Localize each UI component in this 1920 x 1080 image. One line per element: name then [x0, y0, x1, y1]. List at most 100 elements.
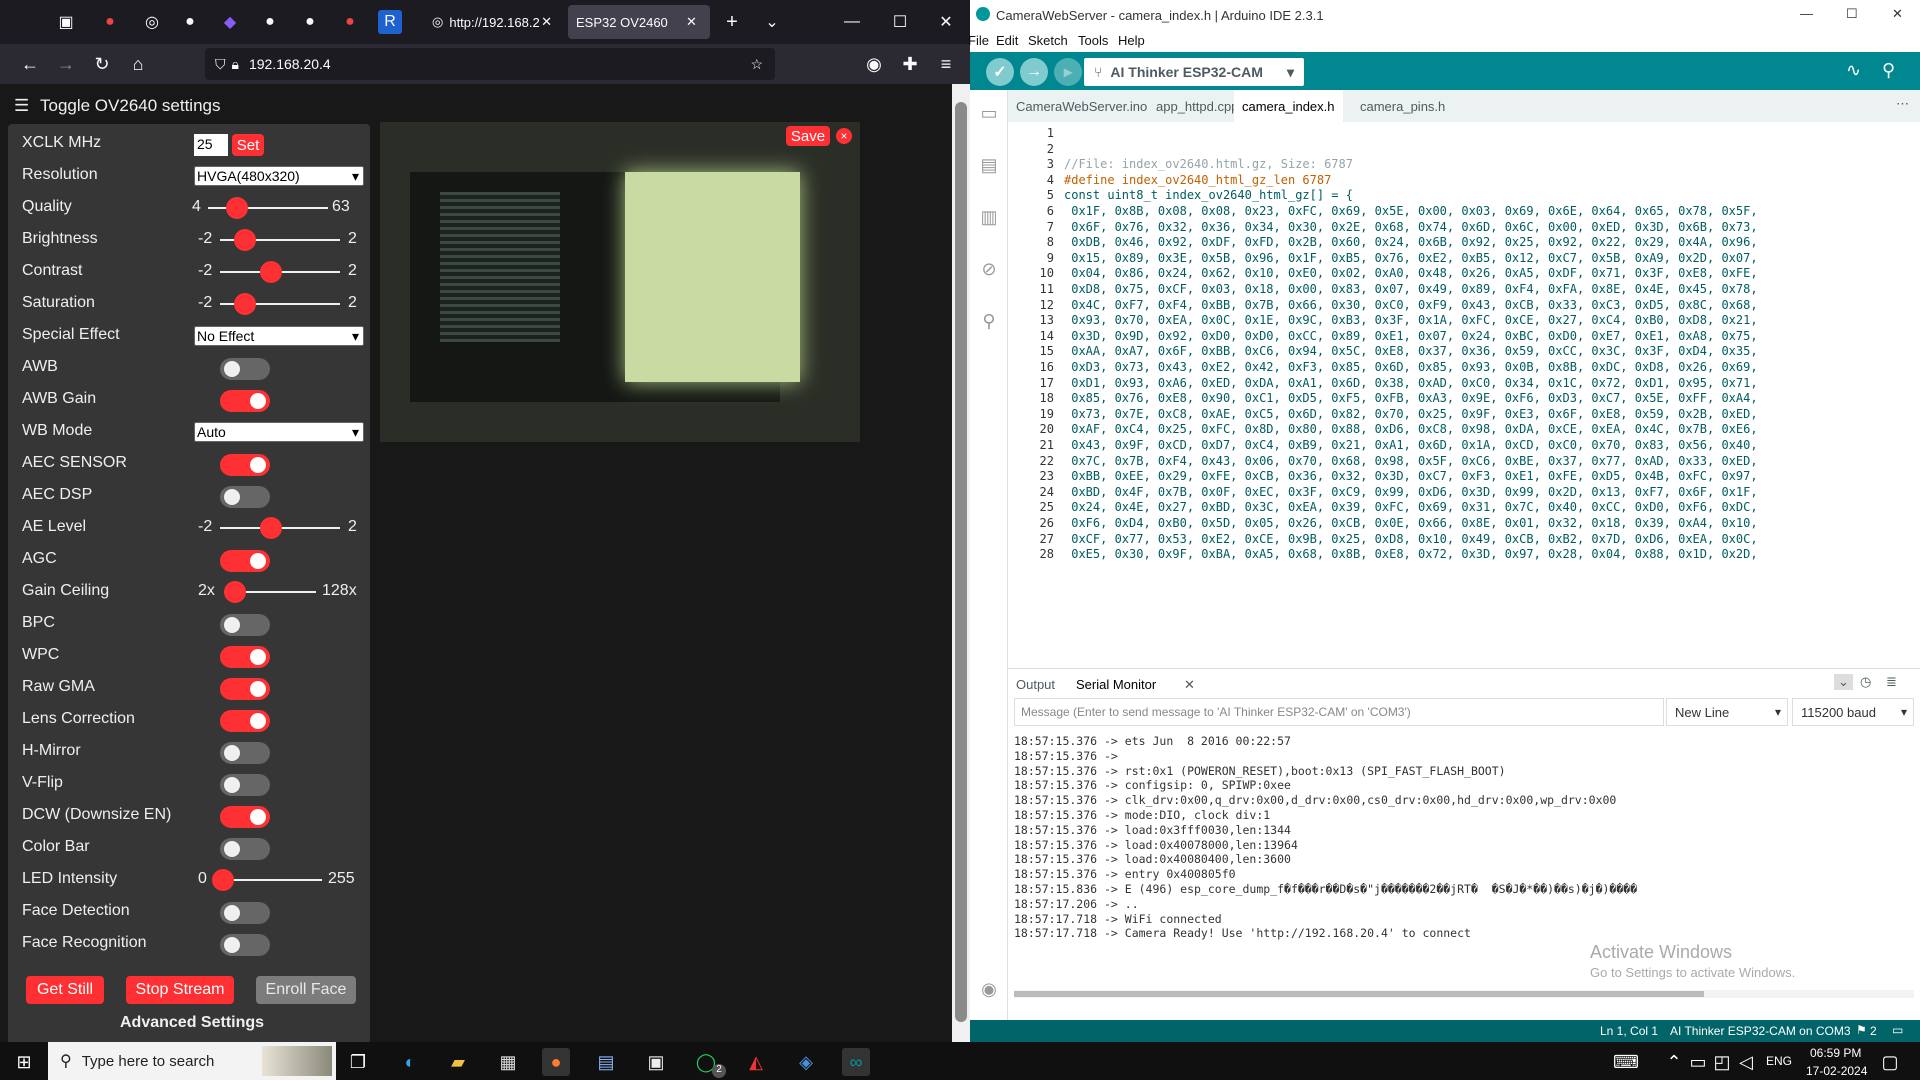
sketchbook-icon[interactable]: ▭ — [978, 102, 1000, 124]
resolution-select[interactable]: HVGA(480x320) — [194, 166, 364, 186]
dcw-toggle[interactable] — [220, 806, 270, 828]
special-effect-select[interactable]: No Effect — [194, 326, 364, 346]
enroll-face-button[interactable]: Enroll Face — [256, 976, 356, 1004]
serial-horizontal-scrollbar[interactable] — [1014, 990, 1914, 998]
bookmark-star-icon[interactable]: ☆ — [750, 56, 763, 73]
home-icon[interactable]: ⌂ — [124, 50, 152, 78]
scrollbar-thumb[interactable] — [1014, 991, 1704, 997]
board-selector[interactable]: ⑂ AI Thinker ESP32-CAM ▾ — [1084, 58, 1304, 86]
verify-icon[interactable]: ✓ — [986, 58, 1014, 86]
pinned-tab-github-icon[interactable]: ● — [178, 10, 202, 34]
face-detection-toggle[interactable] — [220, 902, 270, 924]
reload-icon[interactable]: ↻ — [88, 50, 116, 78]
serial-message-input[interactable]: Message (Enter to send message to 'AI Th… — [1014, 698, 1664, 726]
contrast-slider[interactable]: -2 2 — [198, 256, 362, 288]
agc-toggle[interactable] — [220, 550, 270, 572]
app-menu-icon[interactable]: ≡ — [932, 50, 960, 78]
menu-sketch[interactable]: Sketch — [1028, 33, 1068, 48]
face-recognition-toggle[interactable] — [220, 934, 270, 956]
task-view-icon[interactable]: ❐ — [344, 1048, 372, 1076]
menu-tools[interactable]: Tools — [1078, 33, 1108, 48]
advanced-settings-heading[interactable]: Advanced Settings — [120, 1014, 264, 1032]
toggle-timestamp-icon[interactable]: ◷ — [1860, 674, 1871, 690]
line-ending-select[interactable]: New Line — [1666, 698, 1788, 726]
wpc-toggle[interactable] — [220, 646, 270, 668]
list-tabs-icon[interactable]: ⌄ — [760, 10, 784, 34]
xclk-set-button[interactable]: Set — [232, 134, 264, 156]
slider-knob[interactable] — [234, 293, 256, 315]
volume-icon[interactable]: ◁ — [1732, 1048, 1760, 1076]
serial-monitor-icon[interactable]: ⚲ — [1882, 60, 1895, 81]
firefox-icon[interactable]: ● — [542, 1048, 570, 1076]
notifications-icon[interactable]: ▢ — [1876, 1048, 1904, 1076]
serial-plotter-icon[interactable]: ∿ — [1846, 60, 1861, 81]
upload-icon[interactable]: → — [1020, 58, 1048, 86]
acrobat-icon[interactable]: ◭ — [742, 1048, 770, 1076]
slider-knob[interactable] — [212, 869, 234, 891]
brightness-slider[interactable]: -2 2 — [198, 224, 362, 256]
new-tab-icon[interactable]: + — [720, 10, 744, 34]
pinned-tab-icon[interactable]: ● — [338, 10, 362, 34]
quality-slider[interactable]: 4 63 — [192, 192, 362, 224]
menu-file[interactable]: File — [968, 33, 989, 48]
close-tab-icon[interactable]: ✕ — [686, 14, 697, 30]
wb-mode-select[interactable]: Auto — [194, 422, 364, 442]
close-window-icon[interactable]: ✕ — [926, 8, 966, 36]
vflip-toggle[interactable] — [220, 774, 270, 796]
minimize-icon[interactable]: — — [832, 8, 872, 36]
tab-serial-monitor[interactable]: Serial Monitor — [1076, 677, 1156, 692]
forward-icon[interactable]: → — [52, 50, 80, 78]
ae-level-slider[interactable]: -2 2 — [198, 512, 362, 544]
pinned-tab-github-icon[interactable]: ● — [298, 10, 322, 34]
close-stream-icon[interactable]: × — [836, 128, 852, 144]
raw-gma-toggle[interactable] — [220, 678, 270, 700]
tab-overview-icon[interactable]: ▣ — [54, 10, 78, 34]
clear-output-icon[interactable]: ≣ — [1886, 674, 1897, 690]
tab-app-httpd[interactable]: app_httpd.cpp — [1148, 90, 1246, 122]
awb-toggle[interactable] — [220, 358, 270, 380]
slider-knob[interactable] — [260, 261, 282, 283]
close-tab-icon[interactable]: ✕ — [541, 14, 552, 30]
clock-date[interactable]: 17-02-2024 — [1806, 1064, 1867, 1078]
lock-icon[interactable]: 🔒︎ — [232, 56, 239, 73]
shield-icon[interactable]: ⛉ — [215, 56, 226, 73]
awb-gain-toggle[interactable] — [220, 390, 270, 412]
saturation-slider[interactable]: -2 2 — [198, 288, 362, 320]
get-still-button[interactable]: Get Still — [26, 976, 104, 1004]
windows-start-icon[interactable]: ⊞ — [10, 1048, 38, 1076]
tab-camerawebserver-ino[interactable]: CameraWebServer.ino — [1008, 90, 1155, 122]
slider-knob[interactable] — [226, 197, 248, 219]
debug-icon[interactable]: ▸ — [1054, 58, 1082, 86]
page-scrollbar[interactable] — [952, 84, 970, 1042]
tab-output[interactable]: Output — [1016, 677, 1055, 692]
toggle-autoscroll-icon[interactable]: ⌄ — [1834, 674, 1853, 690]
tab-ip[interactable]: ◎ http://192.168.2… ✕ — [424, 5, 560, 39]
taskbar-search-box[interactable]: ⚲ Type here to search — [48, 1042, 336, 1080]
file-explorer-icon[interactable]: ▰ — [444, 1048, 472, 1076]
menu-help[interactable]: Help — [1118, 33, 1145, 48]
slider-knob[interactable] — [260, 517, 282, 539]
gain-ceiling-slider[interactable]: 2x 128x — [198, 576, 362, 608]
bpc-toggle[interactable] — [220, 614, 270, 636]
code-editor[interactable]: 1 2 3//File: index_ov2640.html.gz, Size: 6… — [1008, 122, 1920, 666]
settings-toggle[interactable]: ☰ Toggle OV2640 settings — [14, 96, 221, 116]
url-bar[interactable]: ⛉ 🔒︎ 192.168.20.4 ☆ — [205, 48, 775, 80]
pinned-tab-r-icon[interactable]: R — [378, 10, 402, 34]
menu-edit[interactable]: Edit — [996, 33, 1018, 48]
hmirror-toggle[interactable] — [220, 742, 270, 764]
close-window-icon[interactable]: ✕ — [1892, 6, 1903, 22]
baud-rate-select[interactable]: 115200 baud — [1792, 698, 1914, 726]
debug-panel-icon[interactable]: ⊘ — [978, 258, 1000, 280]
maximize-icon[interactable]: ☐ — [1846, 6, 1858, 22]
pinned-tab-icon[interactable]: ◆ — [218, 10, 242, 34]
clock-time[interactable]: 06:59 PM — [1810, 1046, 1861, 1060]
notifications-icon[interactable]: ⚑ — [1856, 1023, 1867, 1037]
led-intensity-slider[interactable]: 0 255 — [198, 864, 362, 896]
edge-icon[interactable]: ◐ — [396, 1048, 424, 1076]
python-icon[interactable]: ◈ — [792, 1048, 820, 1076]
lens-correction-toggle[interactable] — [220, 710, 270, 732]
language-indicator[interactable]: ENG — [1766, 1054, 1792, 1068]
notepad-icon[interactable]: ▣ — [642, 1048, 670, 1076]
keyboard-icon[interactable]: ⌨ — [1612, 1048, 1640, 1076]
tab-camera-pins[interactable]: camera_pins.h — [1352, 90, 1453, 122]
